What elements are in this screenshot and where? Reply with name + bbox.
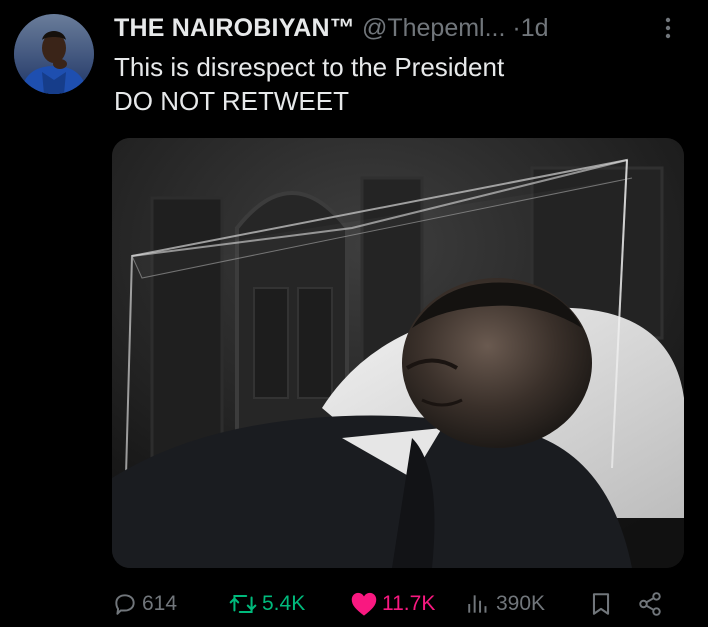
retweet-icon [229,594,257,614]
reply-button[interactable]: 614 [112,584,177,624]
retweet-count: 5.4K [262,592,306,615]
like-button[interactable]: 11.7K [350,584,435,624]
bookmark-icon [592,593,610,615]
like-count: 11.7K [382,592,436,615]
more-vertical-icon[interactable] [656,16,680,40]
heart-icon [351,592,377,616]
bookmark-button[interactable] [588,584,618,624]
separator-dot: · [512,14,521,42]
reply-count: 614 [142,592,178,615]
action-bar: 614 5.4K 11.7K 390K [112,584,672,624]
post-header: THE NAIROBIYAN™ @Thepeml... ·1d [114,8,694,48]
post-text-line: This is disrespect to the President [114,52,505,82]
tweet: THE NAIROBIYAN™ @Thepeml... ·1d This is … [0,0,708,627]
share-icon [639,592,661,616]
post-image[interactable] [112,138,684,568]
post-text-line: DO NOT RETWEET [114,86,349,116]
author-display-name[interactable]: THE NAIROBIYAN™ [114,14,355,42]
views-button[interactable]: 390K [464,584,545,624]
post-text: This is disrespect to the President DO N… [114,50,674,118]
view-count: 390K [496,592,546,615]
share-button[interactable] [636,584,668,624]
retweet-button[interactable]: 5.4K [228,584,305,624]
comment-icon [115,594,135,615]
analytics-icon [468,595,487,613]
author-handle[interactable]: @Thepeml... [362,14,505,42]
post-time[interactable]: 1d [521,14,549,42]
avatar[interactable] [14,14,94,94]
